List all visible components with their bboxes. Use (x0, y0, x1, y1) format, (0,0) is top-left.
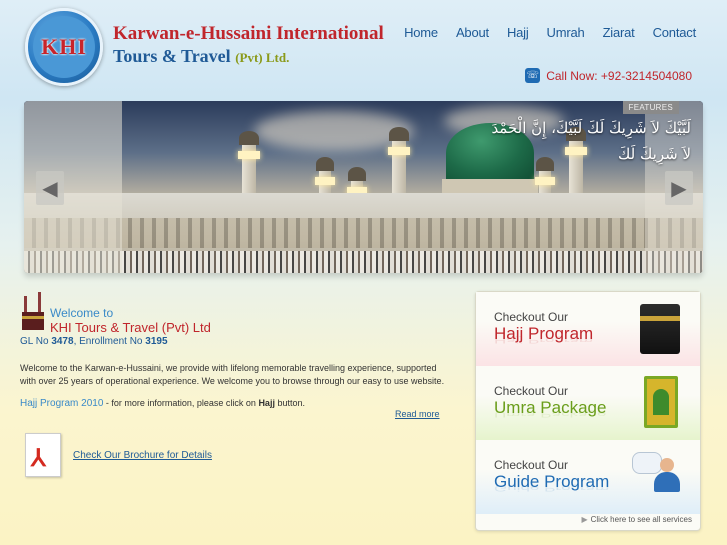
service-umra-package[interactable]: Checkout Our Umra Package Umra Package (476, 366, 700, 440)
phone-icon: ☏ (525, 68, 541, 83)
service-hajj-program[interactable]: Checkout Our Hajj Program Hajj Program (476, 292, 700, 366)
welcome-label: Welcome to (50, 306, 114, 320)
nav-ziarat[interactable]: Ziarat (603, 25, 635, 40)
hajj-program-title: Hajj Program 2010 (20, 398, 104, 409)
main-nav: Home About Hajj Umrah Ziarat Contact (404, 25, 696, 40)
chevron-right-icon: ▶ (581, 515, 588, 524)
arabic-line-2: لاَ شَرِيكَ لَكَ (618, 145, 691, 163)
logo-text: KHI (33, 16, 95, 78)
hajj-bold: Hajj (258, 398, 275, 408)
guide-person-icon (632, 448, 682, 496)
brochure-link[interactable]: Check Our Brochure for Details (73, 450, 212, 461)
welcome-title: KHI Tours & Travel (Pvt) Ltd (50, 320, 211, 335)
brand-subtitle: Tours & Travel (Pvt) Ltd. (113, 46, 289, 67)
service-guide-program[interactable]: Checkout Our Guide Program Guide Program (476, 440, 700, 514)
left-arrow-icon[interactable]: ◀ (36, 171, 64, 205)
service-label: Checkout Our (494, 384, 569, 398)
service-title-reflection: Hajj Program (494, 335, 594, 346)
see-all-text: Click here to see all services (590, 515, 692, 524)
pdf-icon[interactable]: ⅄ (25, 433, 61, 477)
prayer-rug-icon (644, 376, 678, 428)
arabic-talbiyah: لَبَّيْكَ لاَ شَرِيكَ لَكَ لَبَّيْكَ، إِ… (491, 115, 691, 167)
see-all-services-link[interactable]: ▶ Click here to see all services (581, 515, 692, 524)
gl-prefix: GL No (20, 336, 52, 347)
brand-subtitle-text: Tours & Travel (113, 46, 231, 66)
license-info: GL No 3478, Enrollment No 3195 (20, 336, 168, 347)
service-label: Checkout Our (494, 458, 569, 472)
read-more-link[interactable]: Read more (395, 409, 440, 419)
gl-number: 3478 (51, 336, 74, 347)
service-title-reflection: Umra Package (494, 409, 607, 420)
service-label: Checkout Our (494, 310, 569, 324)
service-title-reflection: Guide Program (494, 483, 610, 494)
pilgrims-crowd (24, 251, 703, 273)
call-now-text: Call Now: +92-3214504080 (546, 68, 692, 83)
mosque-arches (24, 218, 703, 248)
enroll-number: 3195 (145, 336, 168, 347)
nav-umrah[interactable]: Umrah (547, 25, 585, 40)
nav-hajj[interactable]: Hajj (507, 25, 529, 40)
nav-home[interactable]: Home (404, 25, 438, 40)
call-now: ☏ Call Now: +92-3214504080 (525, 68, 692, 83)
arabic-line-1: لَبَّيْكَ لاَ شَرِيكَ لَكَ لَبَّيْكَ، إِ… (491, 119, 691, 137)
welcome-description: Welcome to the Karwan-e-Hussaini, we pro… (20, 363, 445, 386)
enroll-prefix: , Enrollment No (73, 336, 146, 347)
services-panel: Checkout Our Hajj Program Hajj Program C… (475, 291, 701, 531)
brand-name: Karwan-e-Hussaini International (113, 23, 384, 44)
nav-about[interactable]: About (456, 25, 489, 40)
feature-slider: ◀ ▶ FEATURES لَبَّيْكَ لاَ شَرِيكَ لَكَ … (24, 101, 703, 273)
kaaba-icon (640, 304, 680, 354)
right-arrow-icon[interactable]: ▶ (665, 171, 693, 205)
hajj-program-note: Hajj Program 2010 - for more information… (20, 398, 305, 409)
site-logo[interactable]: KHI (25, 8, 103, 86)
brand-pvt: (Pvt) Ltd. (235, 50, 290, 65)
kaaba-minaret-icon (22, 292, 44, 330)
nav-contact[interactable]: Contact (653, 25, 697, 40)
hajj-text: - for more information, please click on (103, 398, 259, 408)
hajj-text-2: button. (274, 398, 305, 408)
features-tag: FEATURES (622, 101, 679, 114)
